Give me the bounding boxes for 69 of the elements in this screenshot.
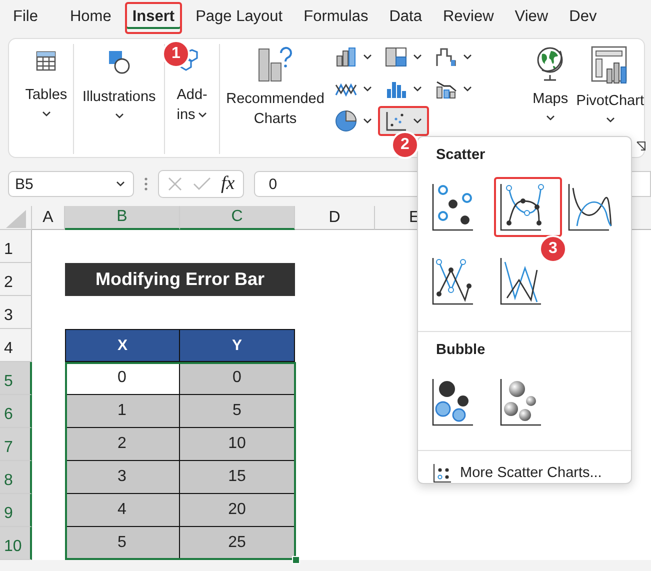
menu-tab[interactable]: Insert [125, 2, 182, 34]
treemap-chart-icon [385, 47, 408, 67]
caret-icon [413, 118, 422, 124]
caret-icon [363, 118, 372, 124]
table-cell: 15 [180, 461, 295, 494]
column-header[interactable]: D [295, 206, 375, 230]
ribbon-button[interactable]: Tables [19, 39, 74, 149]
menu-tab[interactable]: Review [436, 2, 501, 34]
waterfall-chart-icon [435, 47, 458, 67]
row-header[interactable]: 8 [0, 461, 32, 494]
drag-handle-icon[interactable] [144, 176, 148, 192]
table-cell: 5 [180, 395, 295, 428]
insert-function-button[interactable]: fx [221, 173, 235, 195]
table-cell: 3 [65, 461, 180, 494]
menu-tab[interactable]: Home [62, 2, 118, 34]
row-header[interactable]: 5 [0, 362, 32, 395]
table-cell: 0 [180, 362, 295, 395]
section-heading: Bubble [435, 342, 486, 358]
pie-chart-icon [335, 110, 358, 132]
table-cell: 10 [180, 428, 295, 461]
title-cell: Modifying Error Bar [65, 263, 295, 296]
caret-icon [363, 86, 372, 92]
section-heading: Scatter [435, 147, 486, 163]
row-header[interactable]: 10 [0, 527, 32, 560]
table-cell: 25 [180, 527, 295, 560]
menu-tab[interactable]: Data [382, 2, 429, 34]
column-header[interactable]: C [180, 206, 295, 230]
ribbon-button[interactable]: Illustrations [74, 39, 164, 149]
checkmark-icon[interactable] [193, 177, 211, 191]
table-cell: 4 [65, 494, 180, 527]
histogram-chart-icon [385, 79, 408, 99]
table-cell: 0 [65, 362, 180, 395]
row-header[interactable]: 9 [0, 494, 32, 527]
menu-tab[interactable]: File [6, 2, 45, 34]
menu-tab[interactable]: Dev [562, 2, 604, 34]
table-cell: 20 [180, 494, 295, 527]
name-box[interactable]: B5 [8, 171, 134, 197]
more-charts-link[interactable]: More Scatter Charts... [432, 463, 631, 483]
triangle-icon [4, 209, 26, 229]
ribbon-button[interactable]: Recommended Charts [226, 39, 324, 149]
column-header[interactable]: B [65, 206, 180, 230]
row-header[interactable]: 2 [0, 263, 32, 296]
row-header[interactable]: 4 [0, 329, 32, 362]
dialog-launcher-icon[interactable] [636, 141, 646, 151]
menu-tab[interactable]: Page Layout [188, 2, 290, 34]
scatter-chart-icon [385, 111, 408, 131]
chart-type-button[interactable] [378, 106, 430, 136]
table-header-cell: Y [180, 329, 295, 362]
table-cell: 5 [65, 527, 180, 560]
table-header-cell: X [65, 329, 180, 362]
combo-chart-icon [435, 79, 458, 99]
menu-tab[interactable]: Formulas [296, 2, 376, 34]
fill-handle[interactable] [292, 556, 300, 564]
caret-icon [363, 54, 372, 60]
caret-icon [413, 86, 422, 92]
table-cell: 2 [65, 428, 180, 461]
table-cell: 1 [65, 395, 180, 428]
table-icon [34, 49, 58, 73]
row-header[interactable]: 3 [0, 296, 32, 329]
menu-tab[interactable]: View [508, 2, 556, 34]
row-header[interactable]: 6 [0, 395, 32, 428]
caret-icon [463, 54, 472, 60]
chart-option[interactable] [494, 177, 562, 237]
caret-icon [463, 86, 472, 92]
row-header[interactable]: 7 [0, 428, 32, 461]
column-chart-icon [335, 47, 358, 67]
caret-icon [116, 181, 125, 187]
caret-icon [413, 54, 422, 60]
row-header[interactable]: 1 [0, 230, 32, 263]
